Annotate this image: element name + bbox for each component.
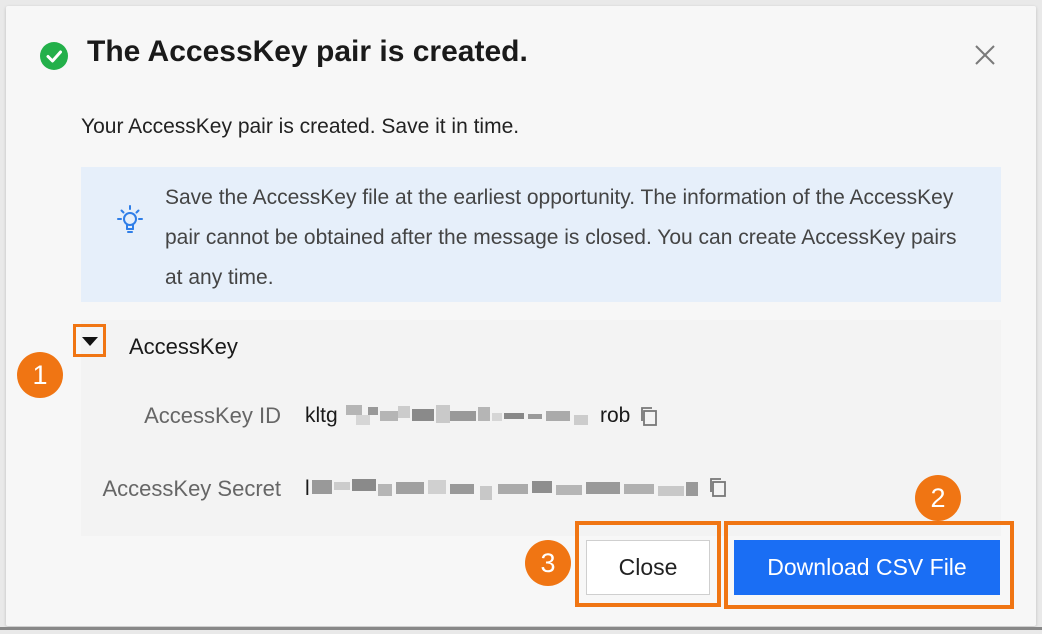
- accesskey-id-masked: [346, 403, 598, 429]
- accesskey-secret-prefix: l: [305, 477, 310, 500]
- bottom-divider: [0, 627, 1042, 630]
- accesskey-id-prefix: kltg: [305, 404, 338, 427]
- highlight-download-button: [724, 521, 1014, 609]
- copy-icon[interactable]: [707, 476, 729, 498]
- accesskey-id-label: AccessKey ID: [144, 403, 281, 428]
- step-badge-1: 1: [17, 352, 63, 398]
- copy-icon[interactable]: [638, 405, 660, 427]
- step-badge-2: 2: [915, 475, 961, 521]
- step-badge-3: 3: [525, 540, 571, 586]
- accesskey-id-suffix: rob: [600, 404, 631, 427]
- check-circle-icon: [40, 42, 68, 70]
- tip-text: Save the AccessKey file at the earliest …: [165, 186, 957, 289]
- caret-down-icon[interactable]: [73, 324, 106, 357]
- accesskey-section-label: AccessKey: [129, 334, 238, 359]
- accesskey-secret-masked: [312, 476, 702, 502]
- close-icon[interactable]: [970, 40, 1000, 70]
- accesskey-secret-label: AccessKey Secret: [102, 476, 281, 501]
- dialog-subtitle: Your AccessKey pair is created. Save it …: [81, 115, 520, 138]
- highlight-close-button: [575, 521, 721, 607]
- lightbulb-icon: [113, 202, 147, 236]
- dialog-title: The AccessKey pair is created.: [87, 35, 528, 68]
